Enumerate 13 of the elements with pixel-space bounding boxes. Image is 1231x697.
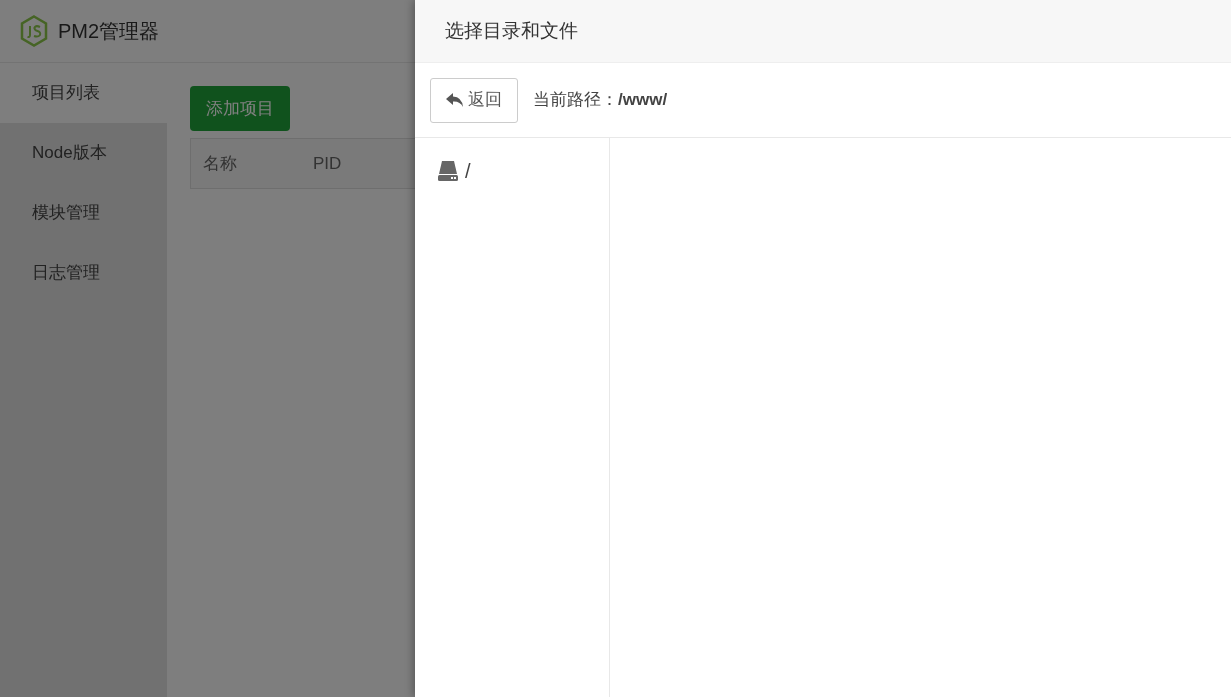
sidebar-item[interactable]: 项目列表 [0, 63, 167, 123]
path-label: 当前路径： [533, 89, 618, 112]
add-project-button[interactable]: 添加项目 [190, 86, 290, 131]
tree-item[interactable]: / [437, 156, 609, 186]
drive-icon [437, 160, 459, 182]
drawer-title: 选择目录和文件 [445, 18, 578, 43]
column-header: 名称 [202, 152, 238, 175]
logo-icon [20, 15, 48, 47]
app-title: PM2管理器 [58, 19, 160, 44]
column-header: PID [312, 152, 343, 175]
back-button[interactable]: 返回 [430, 77, 518, 123]
reply-arrow-icon [446, 92, 464, 108]
path-value: /www/ [618, 89, 668, 112]
